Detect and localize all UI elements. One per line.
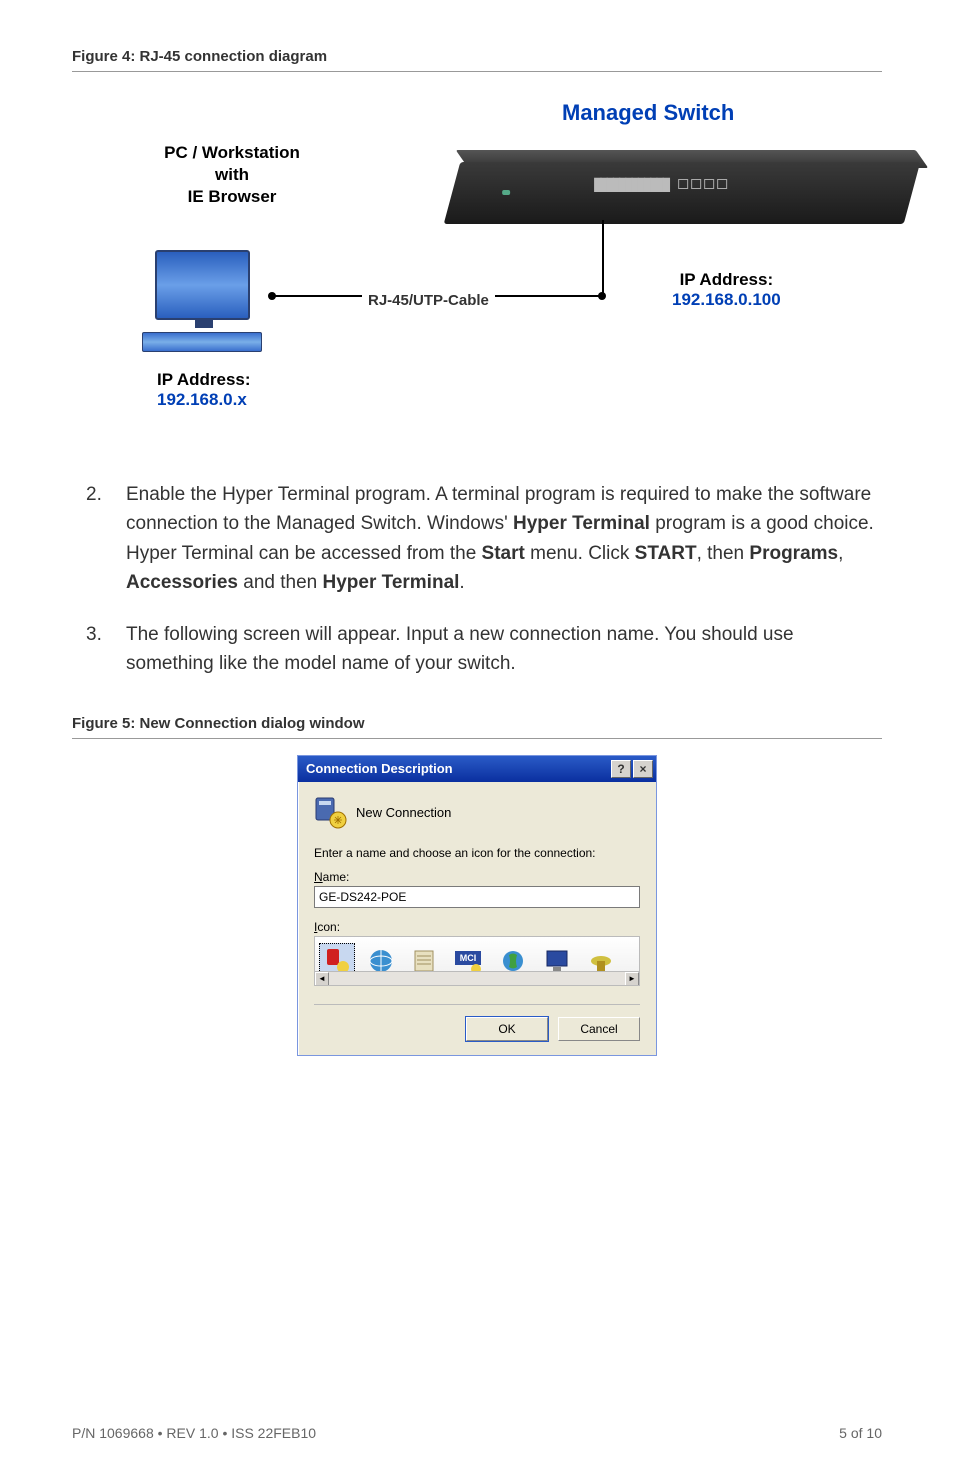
footer-right: 5 of 10 [839,1425,882,1441]
scroll-right-button[interactable]: ► [625,972,639,986]
rj45-diagram: Managed Switch PC / Workstation with IE … [72,100,882,440]
name-input[interactable] [314,886,640,908]
monitor-icon [155,250,250,320]
dialog-title: Connection Description [306,761,609,776]
icon-picker[interactable]: MCI ◄ ► [314,936,640,986]
scroll-left-button[interactable]: ◄ [315,972,329,986]
pc-base-icon [142,332,262,352]
switch-graphic: ████████████ [452,162,912,224]
ip-right-label: IP Address: [680,270,774,289]
pc-workstation-label: PC / Workstation with IE Browser [127,142,337,208]
page-footer: P/N 1069668 • REV 1.0 • ISS 22FEB10 5 of… [72,1425,882,1441]
icon-scrollbar[interactable]: ◄ ► [315,971,639,985]
ip-left-label: IP Address: [157,370,251,389]
icon-label: Icon: [314,920,640,934]
step-bold-text: Programs [749,543,838,564]
step-bold-text: START [635,543,697,564]
footer-left: P/N 1069668 • REV 1.0 • ISS 22FEB10 [72,1425,316,1441]
step-text: . [459,572,464,593]
dialog-titlebar: Connection Description ? × [298,756,656,782]
cable-upline [602,220,604,295]
step-number: 3. [72,620,126,679]
ip-right-value: 192.168.0.100 [672,290,781,309]
cable-label: RJ-45/UTP-Cable [362,292,495,309]
step-bold-text: Hyper Terminal [323,572,460,593]
pc-label-line3: IE Browser [188,187,277,206]
steps-list: 2.Enable the Hyper Terminal program. A t… [72,480,882,679]
step-text: The following screen will appear. Input … [126,624,794,674]
managed-switch-title: Managed Switch [562,100,734,126]
figure5-rule [72,738,882,739]
step-body: Enable the Hyper Terminal program. A ter… [126,480,882,598]
connection-description-dialog: Connection Description ? × New Connectio… [297,755,657,1056]
step-item: 3.The following screen will appear. Inpu… [72,620,882,679]
ip-address-right: IP Address: 192.168.0.100 [672,270,781,310]
step-text: menu. Click [525,543,635,564]
cancel-button[interactable]: Cancel [558,1017,640,1041]
step-text: , then [697,543,750,564]
dialog-separator [314,1004,640,1005]
switch-ports-icon: ████████████ [594,178,727,192]
help-button[interactable]: ? [611,760,631,778]
svg-text:MCI: MCI [460,953,477,963]
step-body: The following screen will appear. Input … [126,620,882,679]
step-text: and then [238,572,323,593]
pc-label-line2: with [215,165,249,184]
ok-button[interactable]: OK [466,1017,548,1041]
close-button[interactable]: × [633,760,653,778]
new-connection-label: New Connection [356,805,451,820]
step-bold-text: Hyper Terminal [513,513,650,534]
step-bold-text: Start [482,543,525,564]
figure4-rule [72,71,882,72]
pc-graphic [137,250,267,352]
pc-label-line1: PC / Workstation [164,143,300,162]
new-connection-icon [314,796,348,830]
step-bold-text: Accessories [126,572,238,593]
ip-address-left: IP Address: 192.168.0.x [157,370,251,410]
figure4-caption: Figure 4: RJ-45 connection diagram [72,48,882,65]
name-label: Name: [314,870,640,884]
step-text: , [838,543,843,564]
ip-left-value: 192.168.0.x [157,390,247,409]
step-number: 2. [72,480,126,598]
dialog-prompt: Enter a name and choose an icon for the … [314,846,640,860]
figure5-caption: Figure 5: New Connection dialog window [72,715,882,732]
step-item: 2.Enable the Hyper Terminal program. A t… [72,480,882,598]
